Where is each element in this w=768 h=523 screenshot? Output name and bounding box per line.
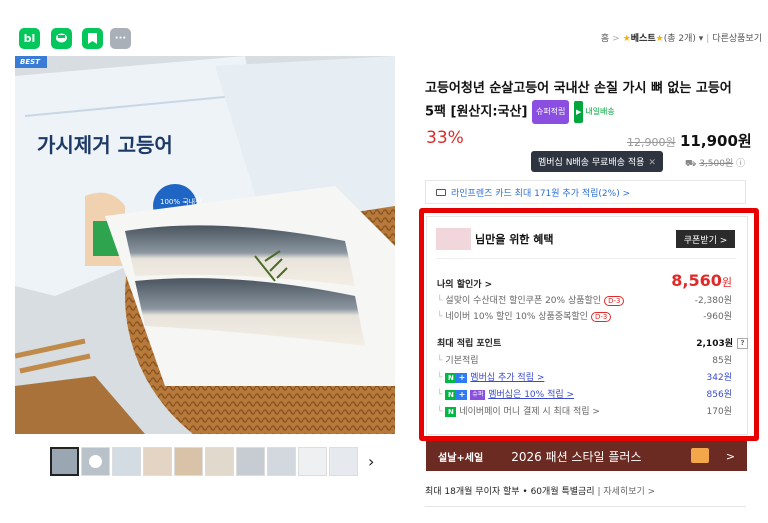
talk-icon: [56, 33, 67, 43]
breadcrumb-home[interactable]: 홈: [601, 34, 609, 44]
original-price: 12,900원: [627, 136, 676, 149]
banner-text: 2026 패션 스타일 플러스: [511, 449, 642, 464]
chevron-right-icon[interactable]: ›: [368, 452, 374, 471]
my-price-unit: 원: [721, 276, 732, 289]
card-promo-text: 라인프렌즈 카드 최대 171원 추가 적립(2%) >: [451, 188, 631, 199]
star-icon: ★: [655, 34, 664, 44]
discount-rate: 33%: [426, 128, 464, 148]
truck-icon: ▶: [573, 101, 584, 123]
plus-icon: +: [456, 389, 468, 400]
discount-row-2: └ 네이버 10% 할인 10% 상품중복할인 D-3: [437, 309, 612, 322]
points-basic-label: 기본적립: [445, 356, 479, 366]
shipping-fee: ⛟ 3,500원 ⓘ: [685, 156, 745, 170]
thumbnail[interactable]: [143, 447, 172, 476]
thumbnail[interactable]: [50, 447, 79, 476]
discount-1-label: 설맞이 수산대전 할인쿠폰 20% 상품할인: [445, 296, 602, 306]
bookmark-share-button[interactable]: [82, 28, 103, 49]
npay-points-label: 네이버페이 머니 결제 시 최대 적립 >: [459, 407, 600, 417]
installment-more-label: 자세히보기 >: [603, 487, 656, 497]
breadcrumb-best[interactable]: 베스트: [631, 34, 656, 44]
divider: [425, 506, 746, 507]
points-row-basic: └ 기본적립: [437, 356, 479, 366]
help-icon[interactable]: ?: [737, 338, 748, 349]
my-price-label[interactable]: 나의 할인가 >: [437, 277, 492, 290]
discount-1-value: -2,380원: [694, 296, 732, 306]
points-row-membership[interactable]: └ N + 멤버십 추가 적립 >: [437, 370, 544, 383]
thumbnail[interactable]: [205, 447, 234, 476]
package-text: 가시제거 고등어: [37, 133, 173, 157]
membership-extra-link[interactable]: 멤버십 추가 적립 >: [470, 373, 544, 383]
points-row-super[interactable]: └ N + 슈퍼 멤버십은 10% 적립 >: [437, 387, 574, 400]
benefits-title: 님만을 위한 혜택: [436, 228, 554, 250]
my-price-number: 8,560: [671, 271, 722, 290]
points-membership-value: 342원: [706, 373, 732, 383]
d-day-tag: D-3: [604, 296, 625, 306]
blog-icon: bl: [23, 32, 36, 45]
discount-2-value: -960원: [703, 312, 732, 322]
d-day-tag: D-3: [590, 312, 612, 322]
my-price-value: 8,560원: [671, 271, 732, 290]
shipping-tooltip-text: 멤버십 N배송 무료배송 적용: [538, 158, 645, 168]
user-name-masked: [436, 228, 471, 250]
play-icon: [89, 455, 102, 468]
thumbnail[interactable]: [112, 447, 141, 476]
other-products-link[interactable]: 다른상품보기: [712, 34, 762, 44]
membership-10-link[interactable]: 멤버십은 10% 적립 >: [488, 390, 574, 400]
tomorrow-delivery-label: 내일배송: [585, 107, 615, 116]
discount-2-label: 네이버 10% 할인 10% 상품중복할인: [445, 312, 588, 322]
thumbnail[interactable]: [298, 447, 327, 476]
installment-more-link[interactable]: | 자세히보기 >: [597, 487, 655, 497]
thumbnail[interactable]: [81, 447, 110, 476]
close-icon[interactable]: ✕: [648, 158, 656, 168]
get-coupon-button[interactable]: 쿠폰받기 >: [676, 230, 735, 248]
points-total-value: 2,103원: [696, 339, 733, 349]
more-share-button[interactable]: ···: [110, 28, 131, 49]
thumbnail-strip: [50, 447, 358, 477]
tomorrow-delivery-badge: ▶ 내일배송: [573, 101, 615, 123]
chevron-right-icon: >: [725, 449, 735, 463]
points-npay-value: 170원: [706, 407, 732, 417]
installment-info: 최대 18개월 무이자 할부 • 60개월 특별금리 | 자세히보기 >: [425, 484, 655, 497]
info-icon[interactable]: ⓘ: [736, 159, 745, 169]
points-super-value: 856원: [706, 390, 732, 400]
best-tag: BEST: [15, 56, 47, 68]
benefits-title-text: 님만을 위한 혜택: [475, 233, 554, 246]
thumbnail[interactable]: [329, 447, 358, 476]
points-basic-value: 85원: [712, 356, 732, 366]
naver-n-icon: N: [445, 372, 457, 383]
sale-price: 11,900원: [680, 132, 752, 150]
naver-pay-icon: N: [445, 406, 457, 417]
more-icon: ···: [114, 33, 127, 44]
super-icon: 슈퍼: [470, 389, 486, 400]
installment-text: 최대 18개월 무이자 할부 • 60개월 특별금리: [425, 487, 595, 497]
talk-share-button[interactable]: [51, 28, 72, 49]
shipping-tooltip: 멤버십 N배송 무료배송 적용 ✕: [531, 151, 663, 172]
points-total: 2,103원?: [696, 336, 748, 349]
points-row-npay[interactable]: └ N 네이버페이 머니 결제 시 최대 적립 >: [437, 404, 600, 417]
divider: [436, 258, 736, 259]
shipping-fee-value: 3,500원: [699, 159, 734, 169]
breadcrumb-count: (총 2개): [663, 34, 696, 44]
breadcrumb: 홈 > ★베스트★(총 2개) ▾ | 다른상품보기: [600, 34, 762, 44]
banner-tag: 설날+세일: [438, 452, 484, 464]
promo-banner[interactable]: 설날+세일 2026 패션 스타일 플러스 >: [426, 441, 747, 471]
gift-icon: [691, 448, 709, 463]
credit-card-icon: [436, 188, 446, 196]
naver-n-icon: N: [445, 389, 457, 400]
plus-icon: +: [456, 372, 468, 383]
product-title: 고등어청년 순살고등어 국내산 손질 가시 뼈 없는 고등어 5팩 [원산지:국…: [425, 78, 745, 124]
product-main-image[interactable]: 가시제거 고등어 100% 국내산: [15, 56, 395, 434]
thumbnail[interactable]: [236, 447, 265, 476]
blog-share-button[interactable]: bl: [19, 28, 40, 49]
discount-row-1: └ 설맞이 수산대전 할인쿠폰 20% 상품할인 D-3: [437, 293, 625, 306]
points-label: 최대 적립 포인트: [437, 339, 502, 349]
chevron-down-icon[interactable]: ▾: [696, 34, 704, 44]
thumbnail[interactable]: [267, 447, 296, 476]
super-points-badge: 슈퍼적립: [531, 100, 570, 124]
star-icon: ★: [622, 34, 631, 44]
bookmark-icon: [88, 33, 97, 44]
card-promo-row[interactable]: 라인프렌즈 카드 최대 171원 추가 적립(2%) >: [425, 180, 746, 204]
truck-icon: ⛟: [685, 159, 697, 169]
thumbnail[interactable]: [174, 447, 203, 476]
